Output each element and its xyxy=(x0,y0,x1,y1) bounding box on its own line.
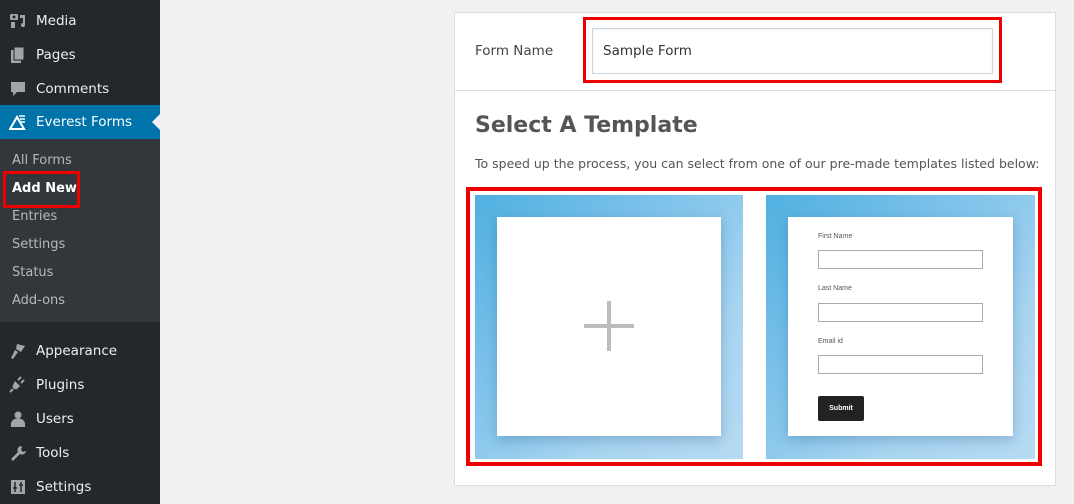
tools-icon xyxy=(8,443,28,463)
add-new-highlight-box xyxy=(3,171,80,208)
form-name-label: Form Name xyxy=(475,43,554,59)
select-template-title: Select A Template xyxy=(475,113,698,138)
preview-field-input xyxy=(818,250,983,269)
active-indicator-arrow xyxy=(152,114,160,130)
everest-forms-icon xyxy=(8,112,28,132)
submenu-status[interactable]: Status xyxy=(12,263,53,283)
new-form-card: Form Name Select A Template To speed up … xyxy=(454,12,1056,486)
sidebar-item-pages[interactable]: Pages xyxy=(0,38,160,72)
submenu-add-ons[interactable]: Add-ons xyxy=(12,291,65,311)
sidebar-item-settings[interactable]: Settings xyxy=(0,470,160,504)
preview-field-label: Last Name xyxy=(818,285,852,292)
plugins-icon xyxy=(8,375,28,395)
preview-field-label: First Name xyxy=(818,233,853,240)
pages-icon xyxy=(8,45,28,65)
form-name-row: Form Name xyxy=(455,13,1055,91)
sidebar-item-label: Plugins xyxy=(36,377,85,393)
sidebar-item-label: Appearance xyxy=(36,343,118,359)
admin-sidebar: Media Pages Comments Everest Forms All F… xyxy=(0,0,160,504)
template-contact-preview: First Name Last Name Email id Submit xyxy=(788,217,1013,436)
submenu-settings[interactable]: Settings xyxy=(12,235,65,255)
everest-forms-submenu: All Forms Add New Entries Settings Statu… xyxy=(0,139,160,322)
sidebar-item-label: Everest Forms xyxy=(36,114,133,130)
template-blank-preview xyxy=(497,217,721,436)
sidebar-item-label: Tools xyxy=(36,445,70,461)
comments-icon xyxy=(8,79,28,99)
submenu-all-forms[interactable]: All Forms xyxy=(12,151,72,171)
settings-icon xyxy=(8,477,28,497)
sidebar-item-tools[interactable]: Tools xyxy=(0,436,160,470)
sidebar-item-users[interactable]: Users xyxy=(0,402,160,436)
sidebar-item-plugins[interactable]: Plugins xyxy=(0,368,160,402)
sidebar-item-label: Users xyxy=(36,411,74,427)
sidebar-item-media[interactable]: Media xyxy=(0,4,160,38)
sidebar-item-everest-forms[interactable]: Everest Forms xyxy=(0,105,160,139)
sidebar-item-comments[interactable]: Comments xyxy=(0,72,160,106)
submenu-entries[interactable]: Entries xyxy=(12,207,57,227)
template-contact[interactable]: First Name Last Name Email id Submit xyxy=(766,195,1035,459)
preview-field-input xyxy=(818,355,983,374)
preview-field-input xyxy=(818,303,983,322)
appearance-icon xyxy=(8,341,28,361)
sidebar-item-label: Media xyxy=(36,13,77,29)
sidebar-item-appearance[interactable]: Appearance xyxy=(0,334,160,368)
sidebar-item-label: Comments xyxy=(36,81,110,97)
preview-field-label: Email id xyxy=(818,338,843,345)
template-blank[interactable] xyxy=(475,195,743,459)
media-icon xyxy=(8,11,28,31)
preview-submit-button: Submit xyxy=(818,396,864,421)
users-icon xyxy=(8,409,28,429)
select-template-description: To speed up the process, you can select … xyxy=(475,156,1040,171)
sidebar-item-label: Settings xyxy=(36,479,92,495)
sidebar-item-label: Pages xyxy=(36,47,76,63)
form-name-input[interactable] xyxy=(592,28,993,74)
